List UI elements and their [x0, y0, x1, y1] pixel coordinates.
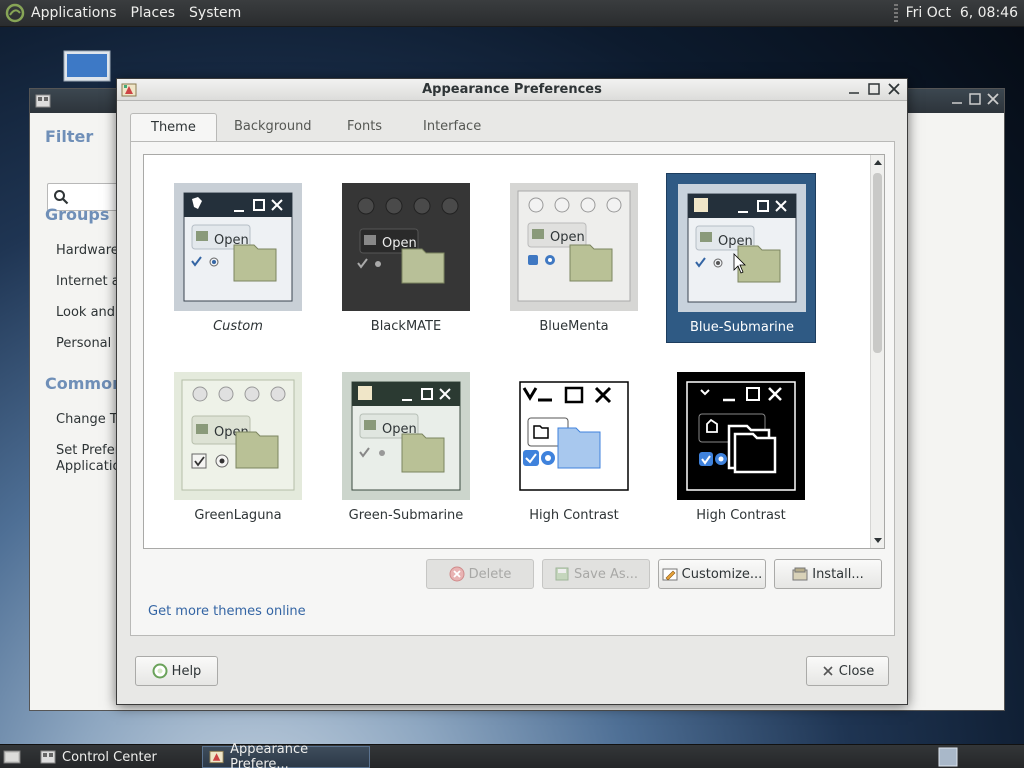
delete-icon [449, 566, 465, 582]
help-button[interactable]: Help [135, 656, 218, 686]
system-menu[interactable]: System [189, 5, 241, 21]
minimize-icon[interactable] [950, 92, 964, 106]
theme-label-high-contrast-inverse: High Contrast [696, 508, 786, 523]
taskbar-appearance-preferences[interactable]: Appearance Prefere... [202, 742, 370, 768]
theme-preview-bluementa: Open [510, 183, 638, 311]
thumb-open-text: Open [550, 230, 585, 245]
help-button-label: Help [171, 663, 202, 679]
panel-handle[interactable] [893, 4, 898, 22]
bottom-taskbar: Control Center Appearance Prefere... [0, 742, 1024, 768]
theme-label-green-submarine: Green-Submarine [348, 508, 464, 523]
theme-item-bluementa[interactable]: Open BlueMenta [499, 173, 649, 343]
show-desktop-icon[interactable] [3, 748, 21, 766]
theme-preview-custom: Open [174, 183, 302, 311]
close-icon [823, 666, 833, 676]
theme-label-bluementa: BlueMenta [539, 319, 609, 334]
theme-item-green-submarine[interactable]: Open Green-Submarine [331, 362, 481, 532]
appearance-app-icon [209, 750, 224, 764]
group-item-hardware[interactable]: Hardware [56, 243, 119, 258]
group-item-personal[interactable]: Personal [56, 336, 111, 351]
theme-preview-greenlaguna: Open [174, 372, 302, 500]
save-as-button-label: Save As... [573, 566, 639, 582]
theme-preview-high-contrast [510, 372, 638, 500]
customize-icon [662, 568, 678, 581]
theme-label-custom: Custom [213, 319, 263, 334]
dialog-title: Appearance Preferences [422, 82, 602, 97]
theme-tab-panel: Open Custom Open BlackMATE Open BlueMent… [130, 141, 895, 636]
dialog-titlebar[interactable]: Appearance Preferences [117, 79, 907, 101]
close-icon[interactable] [986, 92, 1000, 106]
common-item-applications[interactable]: Applicatio [56, 459, 120, 474]
scroll-down-arrow-icon[interactable] [873, 535, 883, 545]
save-icon [555, 567, 569, 581]
control-center-window-controls [950, 92, 1000, 106]
get-more-themes-link[interactable]: Get more themes online [148, 604, 306, 619]
minimize-icon[interactable] [847, 82, 861, 96]
theme-preview-blue-submarine: Open [678, 184, 806, 312]
tab-interface[interactable]: Interface [403, 113, 501, 141]
search-icon [54, 190, 69, 205]
dialog-window-controls [847, 82, 901, 96]
tab-strip: Theme Background Fonts Interface [130, 113, 895, 142]
taskbar-control-center-label: Control Center [62, 749, 157, 765]
theme-preview-high-contrast-inverse [677, 372, 805, 500]
close-button[interactable]: Close [806, 656, 889, 686]
theme-preview-blackmate: Open [342, 183, 470, 311]
filter-heading: Filter [45, 127, 94, 146]
workspace-switcher-icon[interactable] [938, 747, 958, 767]
control-center-app-icon [40, 750, 56, 764]
groups-heading: Groups [45, 205, 110, 224]
mate-logo-icon[interactable] [5, 3, 25, 23]
delete-button[interactable]: Delete [426, 559, 534, 589]
maximize-icon[interactable] [867, 82, 881, 96]
maximize-icon[interactable] [968, 92, 982, 106]
theme-label-high-contrast: High Contrast [529, 508, 619, 523]
group-item-internet[interactable]: Internet a [56, 274, 120, 289]
theme-label-blackmate: BlackMATE [370, 319, 442, 334]
customize-button[interactable]: Customize... [658, 559, 766, 589]
install-button[interactable]: Install... [774, 559, 882, 589]
top-panel: Applications Places System Fri Oct 6, 08… [0, 0, 1024, 27]
clock[interactable]: Fri Oct 6, 08:46 [906, 5, 1018, 21]
scrollbar-thumb[interactable] [873, 173, 882, 353]
computer-desktop-icon[interactable] [62, 50, 114, 86]
taskbar-control-center[interactable]: Control Center [34, 746, 163, 768]
common-item-set-preferred[interactable]: Set Prefer [56, 443, 120, 458]
tab-theme[interactable]: Theme [130, 113, 217, 142]
group-item-look-and-feel[interactable]: Look and [56, 305, 115, 320]
customize-button-label: Customize... [681, 566, 763, 582]
delete-button-label: Delete [468, 566, 512, 582]
tab-background[interactable]: Background [214, 113, 332, 141]
tab-fonts[interactable]: Fonts [327, 113, 402, 141]
install-button-label: Install... [812, 566, 864, 582]
save-as-button[interactable]: Save As... [542, 559, 650, 589]
theme-item-high-contrast[interactable]: High Contrast [499, 362, 649, 532]
theme-item-high-contrast-inverse[interactable]: High Contrast [666, 362, 816, 532]
install-icon [792, 567, 808, 581]
close-button-label: Close [838, 663, 875, 679]
places-menu[interactable]: Places [131, 5, 176, 21]
appearance-preferences-dialog: Appearance Preferences Theme Background … [116, 78, 908, 705]
theme-item-custom[interactable]: Open Custom [163, 173, 313, 343]
help-icon [152, 663, 168, 679]
theme-list-scrollbar[interactable] [870, 155, 884, 548]
theme-item-greenlaguna[interactable]: Open GreenLaguna [163, 362, 313, 532]
control-center-app-icon [35, 94, 51, 108]
theme-label-blue-submarine: Blue-Submarine [689, 320, 795, 335]
taskbar-appearance-label: Appearance Prefere... [230, 742, 309, 768]
theme-item-blue-submarine[interactable]: Open Blue-Submarine [666, 173, 816, 343]
theme-label-greenlaguna: GreenLaguna [194, 508, 282, 523]
theme-item-blackmate[interactable]: Open BlackMATE [331, 173, 481, 343]
scroll-up-arrow-icon[interactable] [873, 158, 883, 168]
theme-preview-green-submarine: Open [342, 372, 470, 500]
applications-menu[interactable]: Applications [31, 5, 117, 21]
theme-list[interactable]: Open Custom Open BlackMATE Open BlueMent… [143, 154, 885, 549]
close-icon[interactable] [887, 82, 901, 96]
